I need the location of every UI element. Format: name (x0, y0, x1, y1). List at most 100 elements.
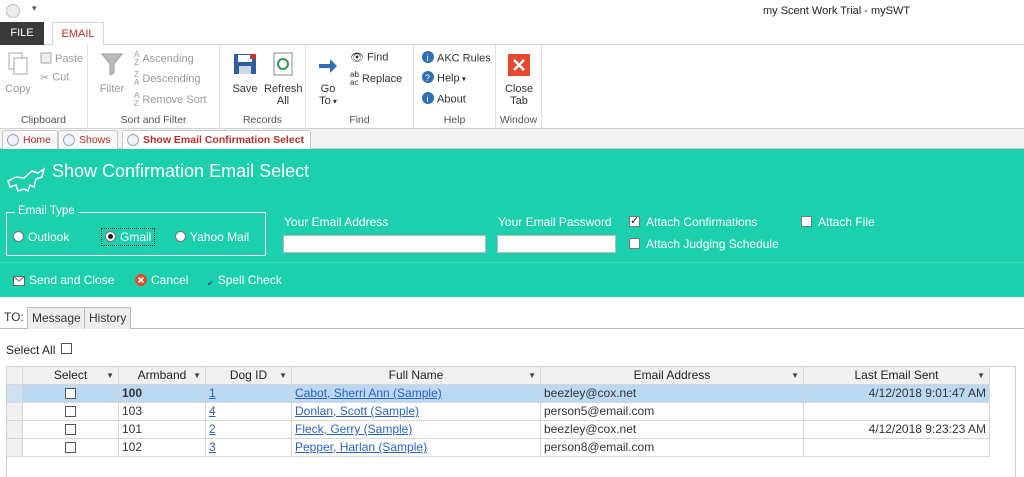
column-menu-icon[interactable]: ▼ (193, 367, 201, 384)
armband-cell[interactable]: 103 (119, 403, 206, 421)
row-selector[interactable] (7, 403, 23, 421)
akc-rules-button[interactable]: i AKC Rules (422, 51, 491, 66)
email-cell[interactable]: person8@email.com (541, 439, 804, 457)
select-all-checkbox[interactable]: Select All (6, 343, 73, 357)
filter-button[interactable]: Filter (98, 51, 126, 95)
dog-id-cell[interactable]: 3 (206, 439, 292, 457)
tab-history[interactable]: History (84, 307, 132, 329)
dog-id-link[interactable]: 1 (209, 386, 216, 400)
chevron-down-icon: ▾ (459, 74, 466, 84)
table-row[interactable]: 101 2 Fleck, Gerry (Sample) beezley@cox.… (7, 421, 1015, 439)
replace-label: Replace (361, 72, 403, 85)
column-menu-icon[interactable]: ▼ (106, 367, 114, 384)
column-menu-icon[interactable]: ▼ (791, 367, 799, 384)
cut-button[interactable]: ✂ Cut (40, 71, 69, 84)
last-sent-cell[interactable] (804, 403, 990, 421)
tab-to[interactable]: TO: (0, 307, 28, 329)
full-name-link[interactable]: Fleck, Gerry (Sample) (295, 422, 412, 436)
email-address-input[interactable] (283, 235, 486, 253)
row-select-checkbox[interactable] (23, 421, 119, 439)
table-row[interactable]: 103 4 Donlan, Scott (Sample) person5@ema… (7, 403, 1015, 421)
attach-judging-schedule-checkbox[interactable]: Attach Judging Schedule (629, 237, 779, 251)
cancel-button[interactable]: Cancel (135, 273, 188, 289)
attach-file-checkbox[interactable]: Attach File (801, 215, 875, 229)
remove-sort-button[interactable]: A Z Remove Sort (134, 92, 207, 108)
dog-id-cell[interactable]: 1 (206, 385, 292, 403)
header-last-email-sent[interactable]: Last Email Sent ▼ (804, 367, 990, 385)
doc-tab-shows[interactable]: Shows (58, 130, 118, 149)
copy-label: Copy (5, 83, 31, 95)
full-name-link[interactable]: Donlan, Scott (Sample) (295, 404, 419, 418)
header-full-name[interactable]: Full Name ▼ (292, 367, 541, 385)
header-email-address[interactable]: Email Address ▼ (541, 367, 804, 385)
column-menu-icon[interactable]: ▼ (528, 367, 536, 384)
header-dog-id-label: Dog ID (229, 368, 268, 382)
dog-logo-icon (7, 167, 46, 193)
table-row[interactable]: 100 1 Cabot, Sherri Ann (Sample) beezley… (7, 385, 1015, 403)
email-password-input[interactable] (497, 235, 616, 253)
email-cell[interactable]: person5@email.com (541, 403, 804, 421)
shows-tab-icon (63, 134, 75, 146)
row-select-checkbox[interactable] (23, 403, 119, 421)
tab-message[interactable]: Message (27, 307, 86, 329)
dog-id-link[interactable]: 4 (209, 404, 216, 418)
row-selector[interactable] (7, 439, 23, 457)
attach-confirmations-checkbox[interactable]: Attach Confirmations (629, 214, 757, 229)
spell-check-button[interactable]: ✔ Spell Check (207, 273, 282, 288)
armband-cell[interactable]: 102 (119, 439, 206, 457)
row-selector[interactable] (7, 421, 23, 439)
quick-access-dropdown-icon[interactable]: ▾ (32, 3, 37, 14)
replace-button[interactable]: ab ac Replace (350, 71, 402, 87)
radio-gmail[interactable]: Gmail (101, 228, 156, 246)
armband-cell[interactable]: 101 (119, 421, 206, 439)
doc-tab-home[interactable]: Home (2, 130, 59, 149)
table-row[interactable]: 102 3 Pepper, Harlan (Sample) person8@em… (7, 439, 1015, 457)
doc-tab-home-label: Home (23, 134, 52, 146)
radio-outlook[interactable]: Outlook (13, 230, 69, 244)
send-and-close-button[interactable]: Send and Close (13, 273, 114, 289)
dog-id-link[interactable]: 2 (209, 422, 216, 436)
email-cell[interactable]: beezley@cox.net (541, 385, 804, 403)
email-cell[interactable]: beezley@cox.net (541, 421, 804, 439)
go-to-button[interactable]: Go To ▾ (314, 55, 342, 107)
copy-button[interactable]: Copy (4, 51, 32, 95)
find-button[interactable]: 👁 Find (350, 51, 388, 64)
last-sent-cell[interactable]: 4/12/2018 9:23:23 AM (804, 421, 990, 439)
about-button[interactable]: i About (422, 92, 466, 107)
paste-label: Paste (55, 52, 84, 65)
header-dog-id[interactable]: Dog ID ▼ (206, 367, 292, 385)
dog-id-link[interactable]: 3 (209, 440, 216, 454)
row-selector-header[interactable] (7, 367, 23, 385)
last-sent-cell[interactable]: 4/12/2018 9:01:47 AM (804, 385, 990, 403)
dog-id-cell[interactable]: 4 (206, 403, 292, 421)
descending-button[interactable]: Z A Descending (134, 71, 200, 87)
full-name-cell[interactable]: Pepper, Harlan (Sample) (292, 439, 541, 457)
header-armband[interactable]: Armband ▼ (119, 367, 206, 385)
row-select-checkbox[interactable] (23, 385, 119, 403)
dog-id-cell[interactable]: 2 (206, 421, 292, 439)
save-button[interactable]: Save (228, 51, 262, 95)
full-name-cell[interactable]: Fleck, Gerry (Sample) (292, 421, 541, 439)
doc-tab-email-confirmation[interactable]: Show Email Confirmation Select (122, 130, 312, 150)
column-menu-icon[interactable]: ▼ (977, 367, 985, 384)
last-sent-cell[interactable] (804, 439, 990, 457)
tab-file[interactable]: FILE (0, 22, 44, 45)
app-icon[interactable] (6, 4, 20, 18)
help-button[interactable]: ? Help ▾ (422, 71, 466, 86)
header-armband-label: Armband (137, 368, 187, 382)
ascending-button[interactable]: A Z Ascending (134, 51, 194, 67)
row-selector[interactable] (7, 385, 23, 403)
column-menu-icon[interactable]: ▼ (279, 367, 287, 384)
header-select[interactable]: Select ▼ (23, 367, 119, 385)
armband-cell[interactable]: 100 (119, 385, 206, 403)
row-select-checkbox[interactable] (23, 439, 119, 457)
full-name-link[interactable]: Pepper, Harlan (Sample) (295, 440, 427, 454)
radio-yahoo[interactable]: Yahoo Mail (175, 230, 249, 244)
full-name-link[interactable]: Cabot, Sherri Ann (Sample) (295, 386, 442, 400)
tab-email[interactable]: EMAIL (52, 22, 104, 46)
close-tab-button[interactable]: Close Tab (502, 53, 536, 107)
full-name-cell[interactable]: Donlan, Scott (Sample) (292, 403, 541, 421)
refresh-all-button[interactable]: Refresh All (264, 51, 303, 107)
full-name-cell[interactable]: Cabot, Sherri Ann (Sample) (292, 385, 541, 403)
paste-button[interactable]: Paste (40, 51, 83, 67)
